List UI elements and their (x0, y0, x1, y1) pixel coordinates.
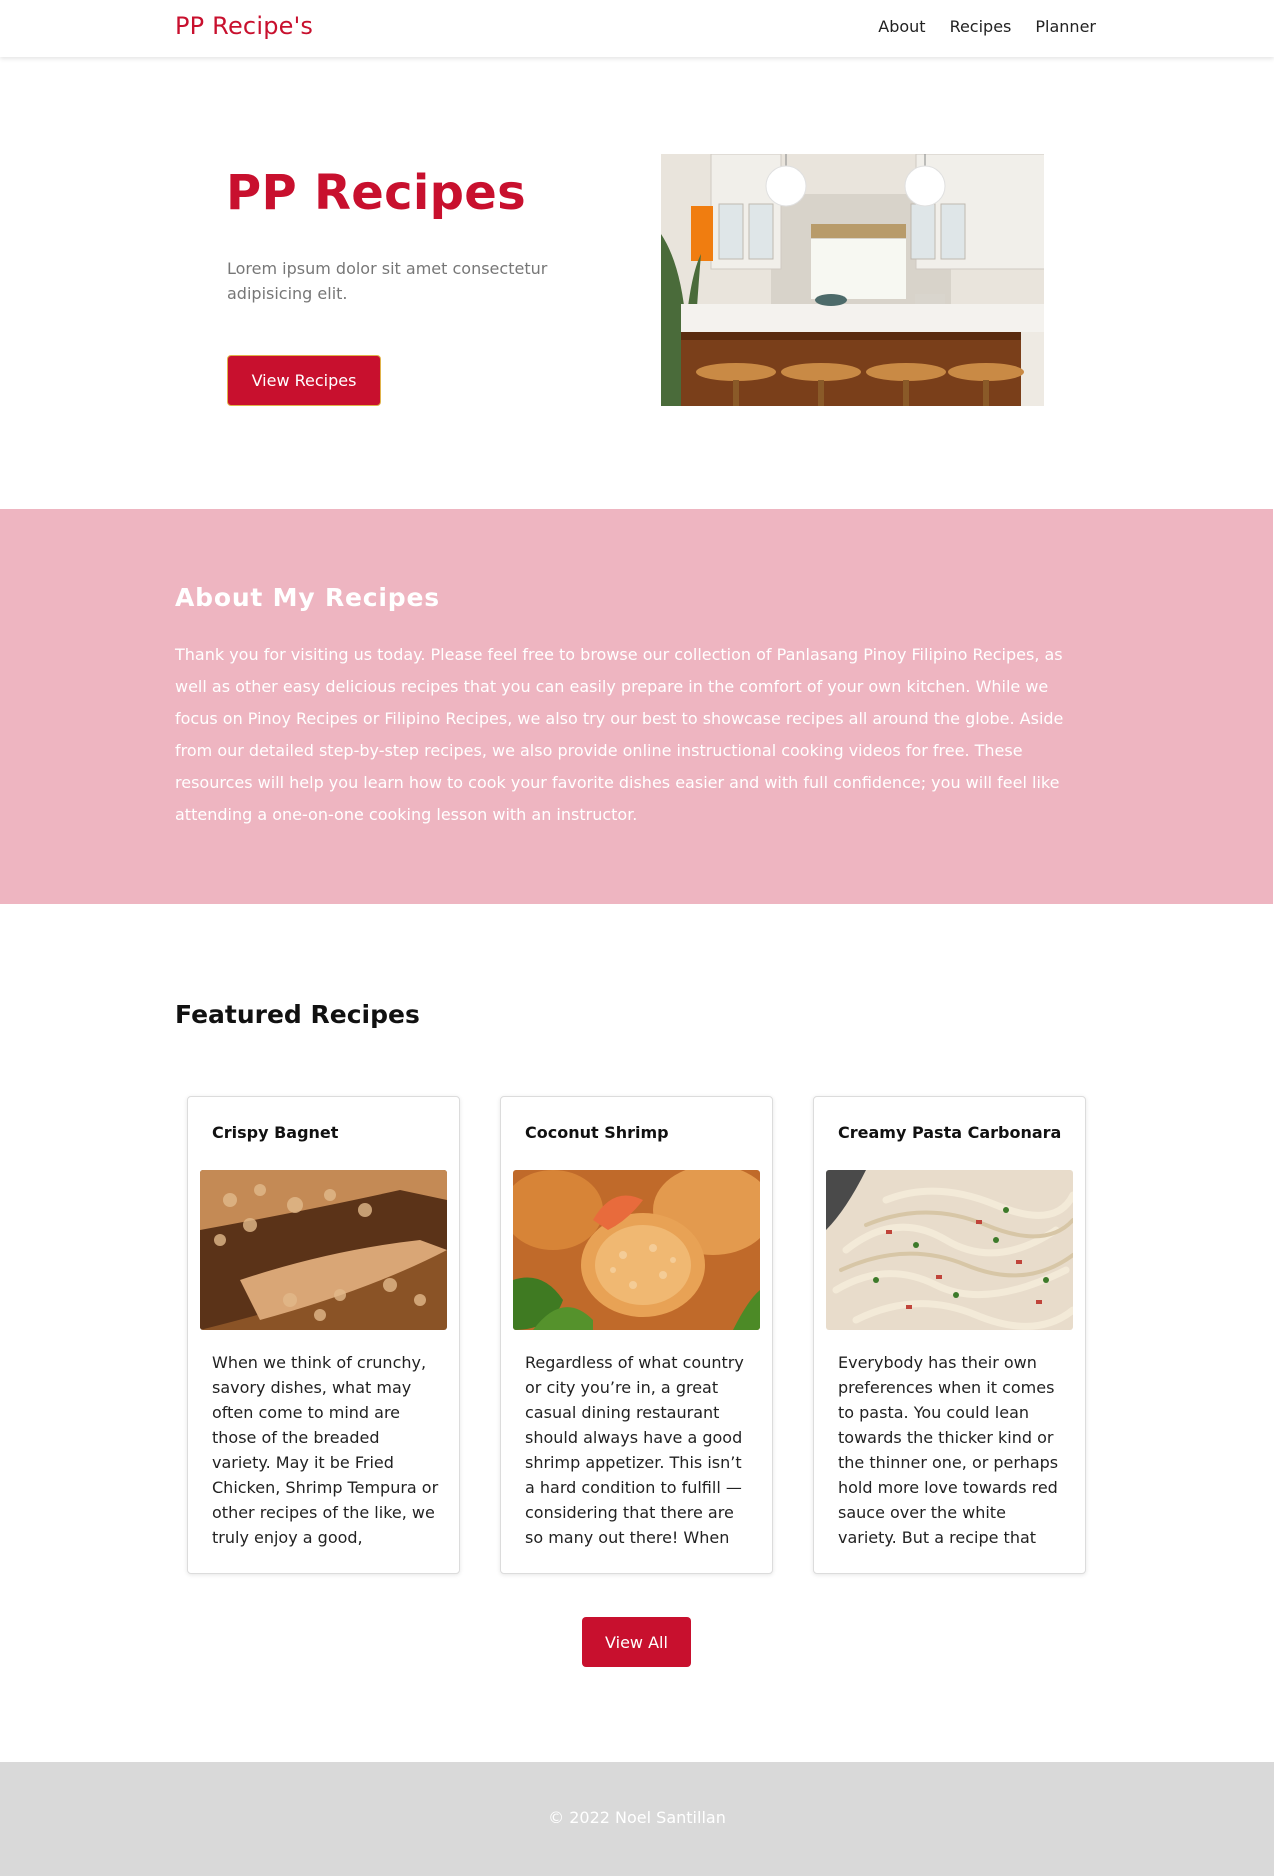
about-section: About My Recipes Thank you for visiting … (0, 509, 1273, 904)
nav-link-recipes[interactable]: Recipes (950, 17, 1012, 36)
brand-logo[interactable]: PP Recipe's (175, 12, 313, 40)
view-all-button[interactable]: View All (582, 1617, 691, 1667)
coconut-shrimp-photo (513, 1170, 760, 1330)
nav-link-about[interactable]: About (878, 17, 925, 36)
featured-title: Featured Recipes (175, 1000, 420, 1029)
nav-link-planner[interactable]: Planner (1035, 17, 1096, 36)
hero-title: PP Recipes (226, 165, 526, 221)
about-text: Thank you for visiting us today. Please … (175, 645, 1064, 824)
card-description: Everybody has their own preferences when… (838, 1353, 1059, 1547)
card-title: Crispy Bagnet (212, 1123, 339, 1142)
footer-copyright: © 2022 Noel Santillan (548, 1808, 726, 1827)
card-title: Creamy Pasta Carbonara (838, 1123, 1062, 1142)
pasta-carbonara-photo (826, 1170, 1073, 1330)
hero-description: Lorem ipsum dolor sit amet consectetur a… (227, 259, 548, 303)
card-title: Coconut Shrimp (525, 1123, 669, 1142)
crispy-bagnet-photo (200, 1170, 447, 1330)
nav-links: About Recipes Planner (878, 17, 1096, 36)
view-recipes-button[interactable]: View Recipes (227, 355, 381, 406)
footer: © 2022 Noel Santillan (0, 1762, 1274, 1876)
top-navbar: PP Recipe's About Recipes Planner (0, 0, 1274, 57)
card-description: When we think of crunchy, savory dishes,… (212, 1353, 439, 1547)
recipe-card-coconut-shrimp[interactable]: Coconut Shrimp Regardless of what countr… (500, 1096, 773, 1574)
about-title: About My Recipes (175, 583, 440, 612)
kitchen-photo (661, 154, 1044, 406)
recipe-card-creamy-pasta-carbonara[interactable]: Creamy Pasta Carbonara Everybody has the… (813, 1096, 1086, 1574)
card-description: Regardless of what country or city you’r… (525, 1353, 744, 1547)
recipe-card-crispy-bagnet[interactable]: Crispy Bagnet When we think of crunchy, … (187, 1096, 460, 1574)
